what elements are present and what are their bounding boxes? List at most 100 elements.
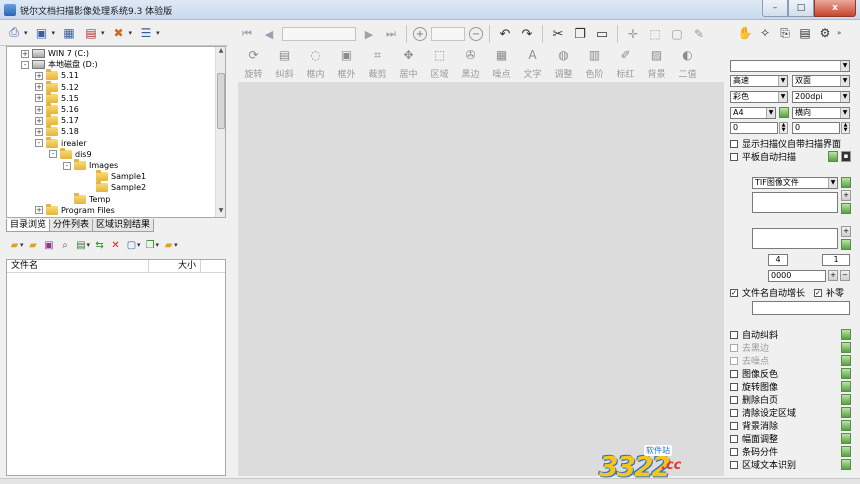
tree-item[interactable]: +5.12 <box>35 80 79 93</box>
checkbox-checked[interactable]: ✓ <box>814 288 822 297</box>
pad-zero-option[interactable]: ✓ 补零 <box>814 287 844 299</box>
processing-option[interactable]: 背景消除 <box>730 420 778 432</box>
chevron-down-icon[interactable]: ▾ <box>129 29 133 37</box>
offset-y-spinner[interactable]: ▲ ▼ <box>841 122 850 134</box>
column-filename[interactable]: 文件名 <box>7 260 149 273</box>
tool-mark-red[interactable]: ✐ 标红 <box>610 47 641 81</box>
checkbox[interactable] <box>730 421 738 430</box>
select-area-icon[interactable]: ▢ <box>668 25 686 43</box>
new-folder-icon[interactable]: ▰ <box>27 239 40 252</box>
checkbox[interactable] <box>730 408 738 417</box>
paste-icon[interactable]: ▭ <box>593 25 611 43</box>
refresh-icon[interactable]: ⇆ <box>93 239 106 252</box>
tree-item[interactable]: + WIN 7 (C:) <box>21 48 89 59</box>
start-number-input[interactable]: 0000 <box>768 270 826 282</box>
tree-item[interactable]: Sample1 <box>85 170 146 182</box>
option-settings-icon[interactable] <box>841 433 851 444</box>
cut-icon[interactable]: ✂ <box>549 25 567 43</box>
path-settings-icon[interactable] <box>841 203 851 214</box>
checkbox[interactable] <box>730 343 738 352</box>
tool-adjust[interactable]: ◍ 调整 <box>548 47 579 81</box>
dpi-select[interactable]: 200dpi ▼ <box>792 91 850 103</box>
add-path-button[interactable]: + <box>841 190 851 201</box>
tree-item[interactable]: - dis9 <box>49 147 92 160</box>
tool-noise[interactable]: ▦ 噪点 <box>486 47 517 81</box>
last-page-icon[interactable]: ⏭ <box>382 25 400 43</box>
tree-item[interactable]: - irealer <box>35 136 87 149</box>
paper-settings-icon[interactable] <box>779 107 789 118</box>
orientation-select[interactable]: 横向 ▼ <box>792 107 850 119</box>
tool-background[interactable]: ▨ 背景 <box>641 47 672 81</box>
option-settings-icon[interactable] <box>841 446 851 457</box>
save-settings-icon[interactable]: ▪ <box>841 151 851 162</box>
processing-option[interactable]: 条码分件 <box>730 446 778 458</box>
minimize-button[interactable]: – <box>762 0 788 17</box>
processing-option[interactable]: 图像反色 <box>730 368 778 380</box>
export-icon[interactable]: ⎘ <box>777 25 793 41</box>
tree-item[interactable]: +5.11 <box>35 69 79 81</box>
flatbed-settings-icon[interactable] <box>828 151 838 162</box>
tool-binarize[interactable]: ◐ 二值 <box>672 47 703 81</box>
zoom-input[interactable] <box>431 27 465 41</box>
scroll-up-icon[interactable]: ▲ <box>216 47 225 57</box>
name-prefix-input[interactable] <box>752 228 838 249</box>
tool-black-edge[interactable]: ✇ 黑边 <box>455 47 486 81</box>
expand-icon[interactable]: + <box>35 206 43 215</box>
processing-option[interactable]: 去黑边 <box>730 342 769 354</box>
processing-option[interactable]: 旋转图像 <box>730 381 778 393</box>
document-icon[interactable]: ▤ <box>797 25 813 41</box>
chevron-down-icon[interactable]: ▾ <box>137 241 141 249</box>
file-name-preview[interactable] <box>752 301 850 315</box>
tree-item[interactable]: Sample2 <box>85 181 146 193</box>
tool-outside-frame[interactable]: ▣ 框外 <box>331 47 362 81</box>
prev-page-icon[interactable]: ◀ <box>260 25 278 43</box>
flatbed-auto-option[interactable]: 平板自动扫描 <box>730 151 796 163</box>
checkbox[interactable] <box>730 139 738 148</box>
add-prefix-button[interactable]: + <box>841 226 851 237</box>
option-settings-icon[interactable] <box>841 355 851 366</box>
auto-increment-option[interactable]: ✓ 文件名自动增长 <box>730 287 805 299</box>
chevron-down-icon[interactable]: ▾ <box>174 241 178 249</box>
option-settings-icon[interactable] <box>841 394 851 405</box>
tool-crop[interactable]: ⌗ 裁剪 <box>362 47 393 81</box>
expand-icon[interactable]: + <box>35 94 43 103</box>
tree-item[interactable]: - Images <box>63 159 118 171</box>
prefix-settings-icon[interactable] <box>841 239 851 250</box>
expand-icon[interactable]: + <box>35 83 43 92</box>
file-path-input[interactable] <box>752 192 838 213</box>
save-icon[interactable]: ▦ <box>61 25 77 41</box>
tree-item[interactable]: +5.15 <box>35 91 79 104</box>
redo-icon[interactable]: ↷ <box>518 25 536 43</box>
chevron-right-icon[interactable]: » <box>837 29 841 37</box>
tab-region-ocr-result[interactable]: 区域识别结果 <box>92 219 155 232</box>
offset-x-spinner[interactable]: ▲ ▼ <box>779 122 788 134</box>
file-format-select[interactable]: TIF图像文件 ▼ <box>752 177 838 189</box>
processing-option[interactable]: 区域文本识别 <box>730 459 796 471</box>
tool-inside-frame[interactable]: ◌ 框内 <box>300 47 331 81</box>
collapse-icon[interactable]: - <box>49 150 57 159</box>
digits-input[interactable]: 4 <box>768 254 788 266</box>
tool-text[interactable]: A 文字 <box>517 47 548 81</box>
checkbox[interactable] <box>730 369 738 378</box>
expand-icon[interactable]: + <box>21 49 29 58</box>
checkbox[interactable] <box>730 434 738 443</box>
copy-icon[interactable]: ❐ <box>571 25 589 43</box>
chevron-down-icon[interactable]: ▾ <box>87 241 91 249</box>
show-scanner-ui-option[interactable]: 显示扫描仪自带扫描界面 <box>730 138 841 150</box>
option-settings-icon[interactable] <box>841 368 851 379</box>
tree-scrollbar[interactable]: ▲ ▼ <box>215 47 225 217</box>
hand-icon[interactable]: ✋ <box>737 25 753 41</box>
processing-option[interactable]: 去噪点 <box>730 355 769 367</box>
tree-item[interactable]: + Program Files <box>35 203 115 216</box>
checkbox[interactable] <box>730 152 738 161</box>
speed-select[interactable]: 高速 ▼ <box>730 75 788 87</box>
checkbox[interactable] <box>730 330 738 339</box>
checkbox[interactable] <box>730 356 738 365</box>
tool-region[interactable]: ⬚ 区域 <box>424 47 455 81</box>
tree-item[interactable]: +5.18 <box>35 125 79 137</box>
color-mode-select[interactable]: 彩色 ▼ <box>730 91 788 103</box>
duplex-select[interactable]: 双面 ▼ <box>792 75 850 87</box>
expand-icon[interactable]: + <box>35 105 43 114</box>
expand-icon[interactable]: + <box>35 71 43 80</box>
tab-directory-browse[interactable]: 目录浏览 <box>6 219 51 232</box>
